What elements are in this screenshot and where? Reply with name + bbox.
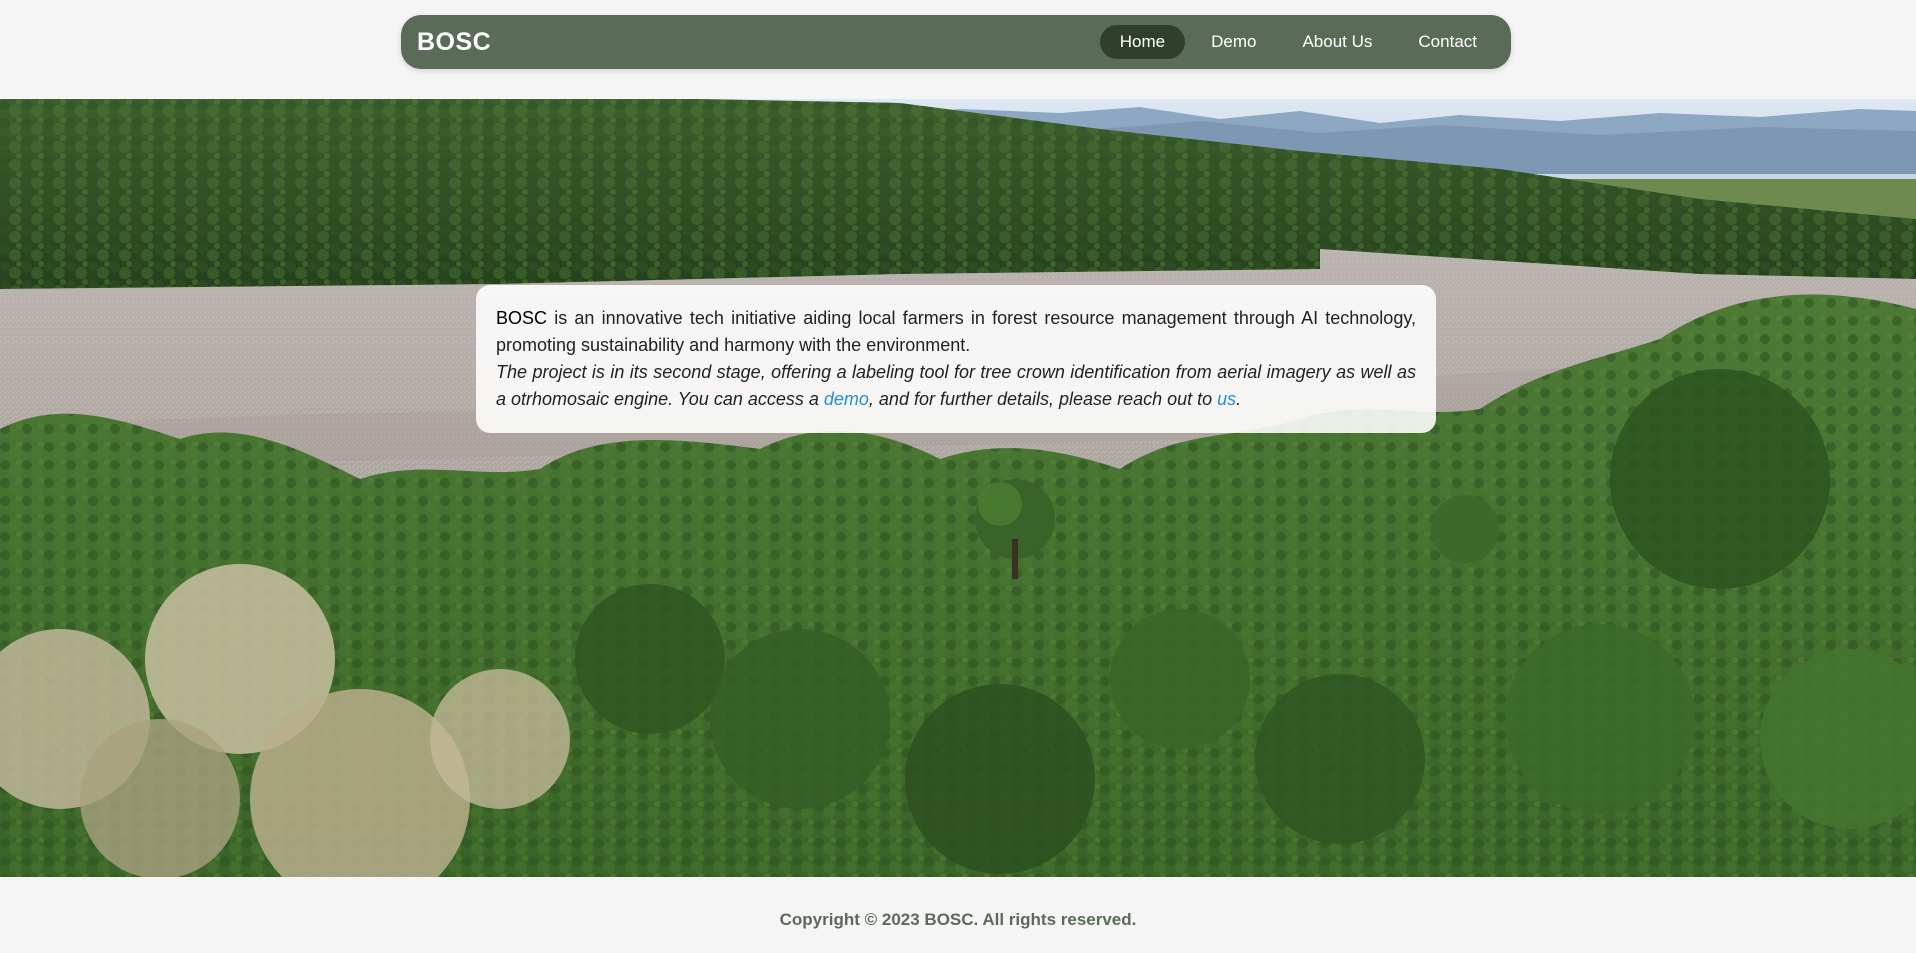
stage-text-middle: , and for further details, please reach … (868, 389, 1218, 409)
nav-item-contact[interactable]: Contact (1398, 25, 1497, 59)
intro-card: BOSC is an innovative tech initiative ai… (476, 285, 1436, 433)
intro-text: is an innovative tech initiative aiding … (496, 308, 1416, 355)
footer: Copyright © 2023 BOSC. All rights reserv… (0, 877, 1916, 953)
stage-paragraph: The project is in its second stage, offe… (496, 359, 1416, 413)
nav-item-demo[interactable]: Demo (1191, 25, 1276, 59)
contact-us-link[interactable]: us (1217, 389, 1236, 409)
intro-paragraph: BOSC is an innovative tech initiative ai… (496, 305, 1416, 359)
demo-link[interactable]: demo (824, 389, 869, 409)
nav-item-home[interactable]: Home (1099, 25, 1186, 59)
nav-links: Home Demo About Us Contact (1099, 25, 1497, 59)
nav-item-about-us[interactable]: About Us (1282, 25, 1392, 59)
hero-background-image (0, 99, 1916, 877)
stage-text-after: . (1236, 389, 1242, 409)
header: BOSC Home Demo About Us Contact (0, 0, 1916, 99)
navbar: BOSC Home Demo About Us Contact (401, 15, 1511, 69)
brand-logo[interactable]: BOSC (417, 15, 491, 69)
hero-section: BOSC is an innovative tech initiative ai… (0, 99, 1916, 877)
intro-brand-word: BOSC (496, 308, 548, 328)
copyright-text: Copyright © 2023 BOSC. All rights reserv… (779, 910, 1137, 929)
